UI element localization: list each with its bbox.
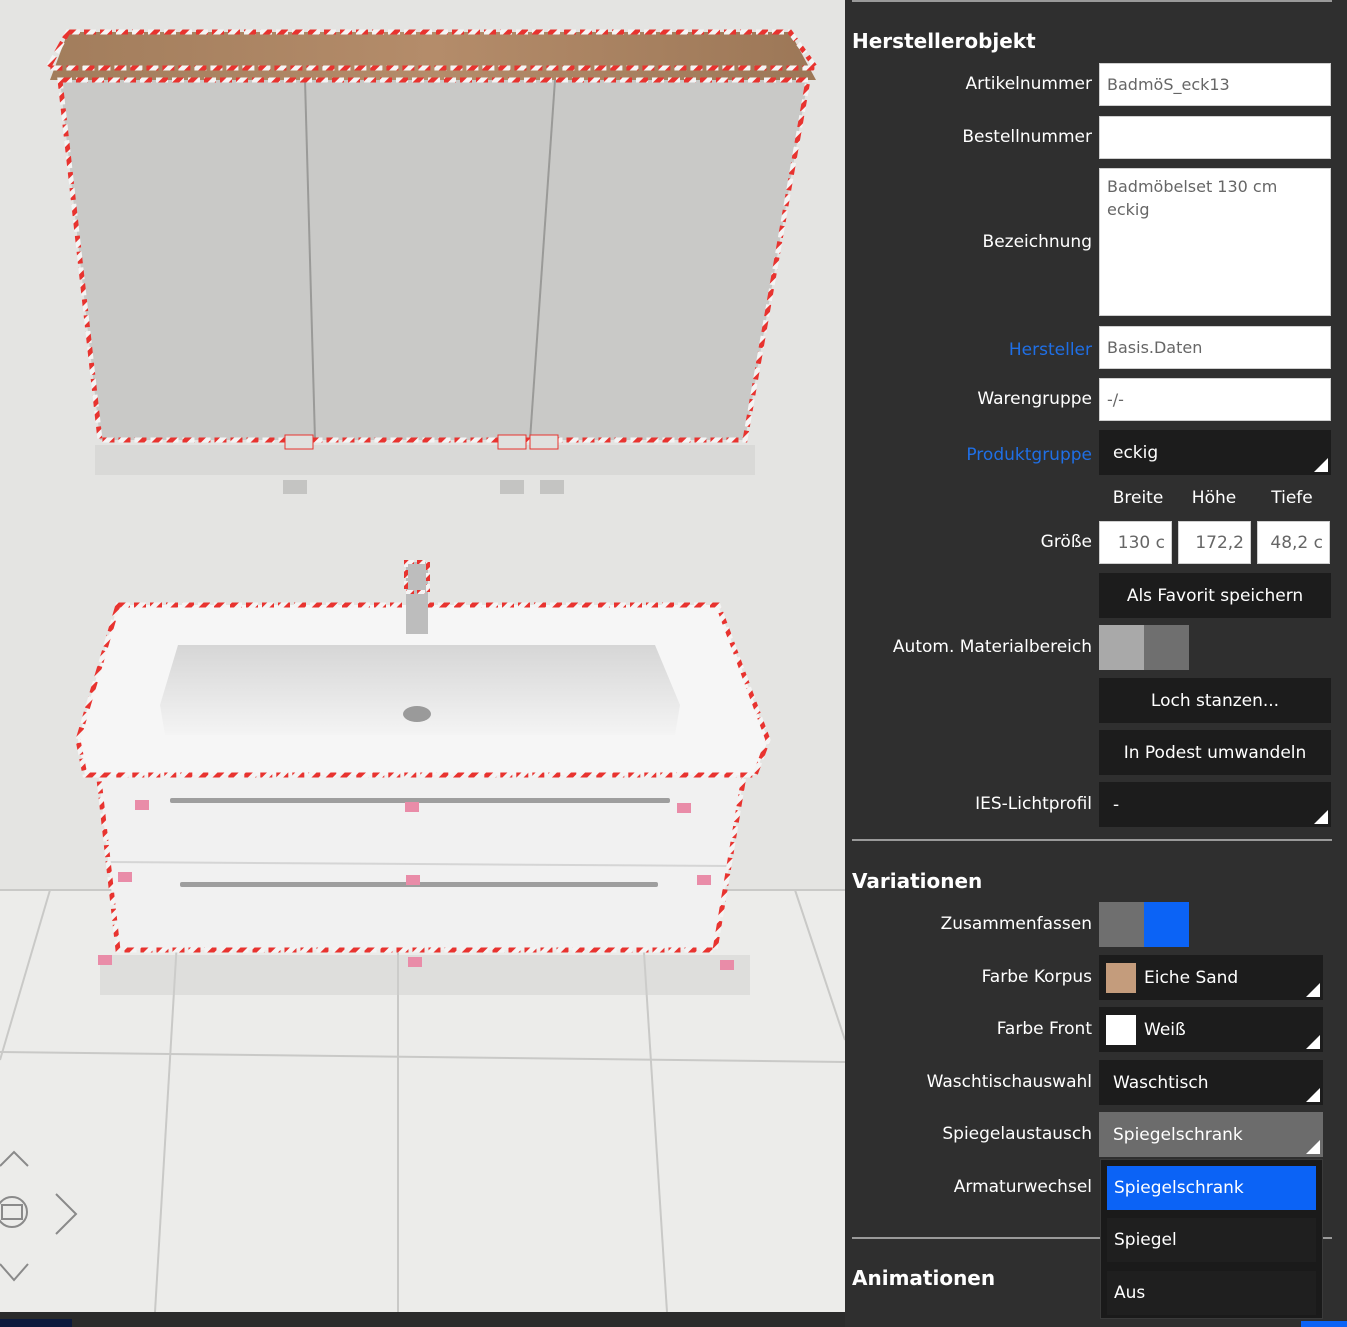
- auto-material-toggle[interactable]: [1099, 625, 1189, 670]
- convert-podest-button[interactable]: In Podest umwandeln: [1099, 730, 1331, 775]
- label-bestellnummer: Bestellnummer: [962, 127, 1092, 147]
- label-armaturwechsel: Armaturwechsel: [953, 1177, 1092, 1197]
- 3d-viewport[interactable]: [0, 0, 845, 1312]
- divider: [852, 0, 1332, 2]
- body-color-swatch: [1106, 962, 1136, 993]
- product-group-dropdown[interactable]: eckig: [1099, 430, 1331, 475]
- label-farbe-front: Farbe Front: [996, 1019, 1092, 1039]
- punch-hole-button[interactable]: Loch stanzen...: [1099, 678, 1331, 723]
- body-color-dropdown[interactable]: Eiche Sand: [1099, 955, 1323, 1000]
- camera-icon[interactable]: [0, 1192, 32, 1232]
- goods-group-input[interactable]: [1099, 378, 1331, 421]
- ies-profile-dropdown[interactable]: -: [1099, 782, 1331, 827]
- label-artikelnummer: Artikelnummer: [965, 74, 1092, 94]
- size-height-header: Höhe: [1191, 488, 1237, 508]
- mirror-value: Spiegelschrank: [1113, 1124, 1243, 1145]
- dropdown-arrow-icon: [1306, 983, 1320, 997]
- vanity-unit: [75, 560, 771, 970]
- size-width-input[interactable]: [1099, 521, 1172, 564]
- label-spiegelaustausch: Spiegelaustausch: [942, 1124, 1092, 1144]
- manufacturer-input[interactable]: [1099, 326, 1331, 369]
- dropdown-arrow-icon: [1306, 1140, 1320, 1154]
- section-title-variationen: Variationen: [852, 869, 983, 893]
- size-width-header: Breite: [1112, 488, 1164, 508]
- body-color-value: Eiche Sand: [1144, 967, 1239, 988]
- ies-profile-value: -: [1113, 794, 1120, 815]
- label-bezeichnung: Bezeichnung: [982, 232, 1092, 252]
- menu-item-spiegel[interactable]: Spiegel: [1107, 1218, 1316, 1262]
- product-group-link[interactable]: Produktgruppe: [966, 445, 1092, 465]
- label-autom-materialbereich: Autom. Materialbereich: [892, 637, 1092, 657]
- mirror-dropdown[interactable]: Spiegelschrank: [1099, 1112, 1323, 1157]
- front-color-value: Weiß: [1144, 1019, 1186, 1040]
- washbasin-dropdown[interactable]: Waschtisch: [1099, 1060, 1323, 1105]
- product-group-value: eckig: [1113, 442, 1159, 463]
- menu-item-aus[interactable]: Aus: [1107, 1271, 1316, 1315]
- mirror-options-menu: Spiegelschrank Spiegel Aus: [1100, 1159, 1323, 1319]
- bathroom-scene: [0, 0, 845, 1312]
- front-color-dropdown[interactable]: Weiß: [1099, 1007, 1323, 1052]
- article-number-input[interactable]: [1099, 63, 1331, 106]
- size-depth-header: Tiefe: [1271, 488, 1313, 508]
- floor: [0, 890, 845, 1312]
- dropdown-arrow-icon: [1306, 1035, 1320, 1049]
- size-height-input[interactable]: [1178, 521, 1251, 564]
- chevron-right-icon[interactable]: [52, 1192, 82, 1236]
- label-groesse: Größe: [1040, 532, 1092, 552]
- chevron-up-icon[interactable]: [0, 1140, 32, 1170]
- front-color-swatch: [1106, 1014, 1136, 1045]
- manufacturer-link[interactable]: Hersteller: [1009, 340, 1092, 360]
- order-number-input[interactable]: [1099, 116, 1331, 159]
- status-strip: [0, 1312, 845, 1327]
- size-depth-input[interactable]: [1257, 521, 1330, 564]
- section-title-animationen: Animationen: [852, 1266, 996, 1290]
- dropdown-arrow-icon: [1306, 1088, 1320, 1102]
- divider: [852, 839, 1332, 841]
- dropdown-arrow-icon: [1314, 458, 1328, 472]
- label-zusammenfassen: Zusammenfassen: [940, 914, 1092, 934]
- washbasin-value: Waschtisch: [1113, 1072, 1209, 1093]
- chevron-down-icon[interactable]: [0, 1260, 32, 1288]
- label-warengruppe: Warengruppe: [977, 389, 1092, 409]
- mirror-cabinet: [43, 29, 821, 494]
- properties-panel: Herstellerobjekt Artikelnummer Bestellnu…: [845, 0, 1347, 1327]
- combine-toggle[interactable]: [1099, 902, 1189, 947]
- divider: [852, 1237, 1102, 1239]
- section-title-herstellerobjekt: Herstellerobjekt: [852, 29, 1036, 53]
- label-farbe-korpus: Farbe Korpus: [981, 967, 1092, 987]
- divider: [1323, 1237, 1332, 1239]
- save-favorite-button[interactable]: Als Favorit speichern: [1099, 573, 1331, 618]
- label-waschtischauswahl: Waschtischauswahl: [926, 1072, 1092, 1092]
- corner-indicator: [1301, 1321, 1347, 1327]
- description-textarea[interactable]: Badmöbelset 130 cm eckig: [1099, 168, 1331, 316]
- dropdown-arrow-icon: [1314, 810, 1328, 824]
- menu-item-spiegelschrank[interactable]: Spiegelschrank: [1107, 1166, 1316, 1210]
- label-ies-lichtprofil: IES-Lichtprofil: [975, 794, 1092, 814]
